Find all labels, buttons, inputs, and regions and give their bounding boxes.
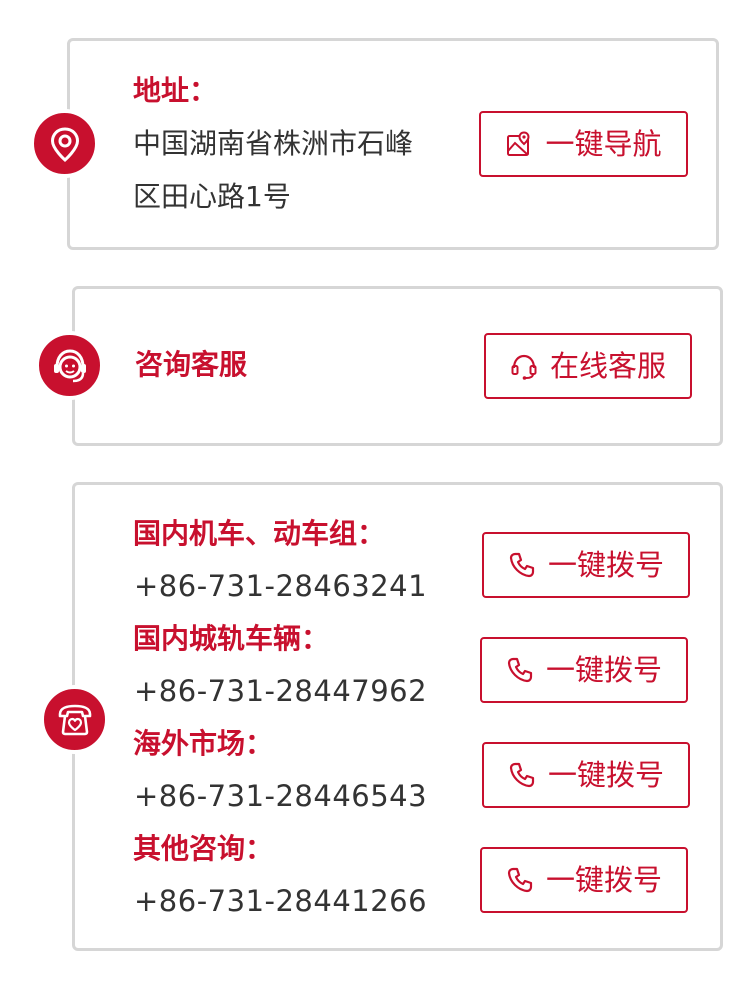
contact-phone-other: +86-731-28441266 xyxy=(134,884,428,918)
phone-handset-icon xyxy=(509,762,535,788)
service-label: 咨询客服 xyxy=(135,348,248,381)
dial-button-label: 一键拨号 xyxy=(545,862,662,897)
online-service-button[interactable]: 在线客服 xyxy=(484,333,692,399)
phone-handset-icon xyxy=(507,657,533,683)
dial-button-label: 一键拨号 xyxy=(545,652,662,687)
contact-label-metro: 国内城轨车辆： xyxy=(133,622,330,655)
phone-handset-icon xyxy=(509,552,535,578)
headset-icon xyxy=(511,354,537,380)
location-pin-icon xyxy=(30,109,99,178)
contact-phone-metro: +86-731-28447962 xyxy=(134,674,428,708)
dial-button-label: 一键拨号 xyxy=(547,547,664,582)
dial-button-overseas[interactable]: 一键拨号 xyxy=(482,742,690,808)
contact-label-other: 其他咨询： xyxy=(133,832,274,865)
contact-label-overseas: 海外市场： xyxy=(133,727,274,760)
phone-handset-icon xyxy=(507,867,533,893)
address-line-1: 中国湖南省株洲市石峰 xyxy=(133,127,414,160)
dial-button-metro[interactable]: 一键拨号 xyxy=(480,637,688,703)
dial-button-label: 一键拨号 xyxy=(547,757,664,792)
map-icon xyxy=(507,131,530,156)
telephone-icon xyxy=(40,685,109,754)
customer-service-icon xyxy=(35,331,104,400)
contact-label-locomotive: 国内机车、动车组： xyxy=(133,517,386,550)
navigate-button-label: 一键导航 xyxy=(545,126,662,161)
navigate-button[interactable]: 一键导航 xyxy=(479,111,688,177)
dial-button-other[interactable]: 一键拨号 xyxy=(480,847,688,913)
address-line-2: 区田心路1号 xyxy=(133,180,291,213)
contact-phone-locomotive: +86-731-28463241 xyxy=(134,569,428,603)
online-service-button-label: 在线客服 xyxy=(549,348,666,383)
address-label: 地址： xyxy=(133,74,218,107)
contact-phone-overseas: +86-731-28446543 xyxy=(134,779,428,813)
dial-button-locomotive[interactable]: 一键拨号 xyxy=(482,532,690,598)
